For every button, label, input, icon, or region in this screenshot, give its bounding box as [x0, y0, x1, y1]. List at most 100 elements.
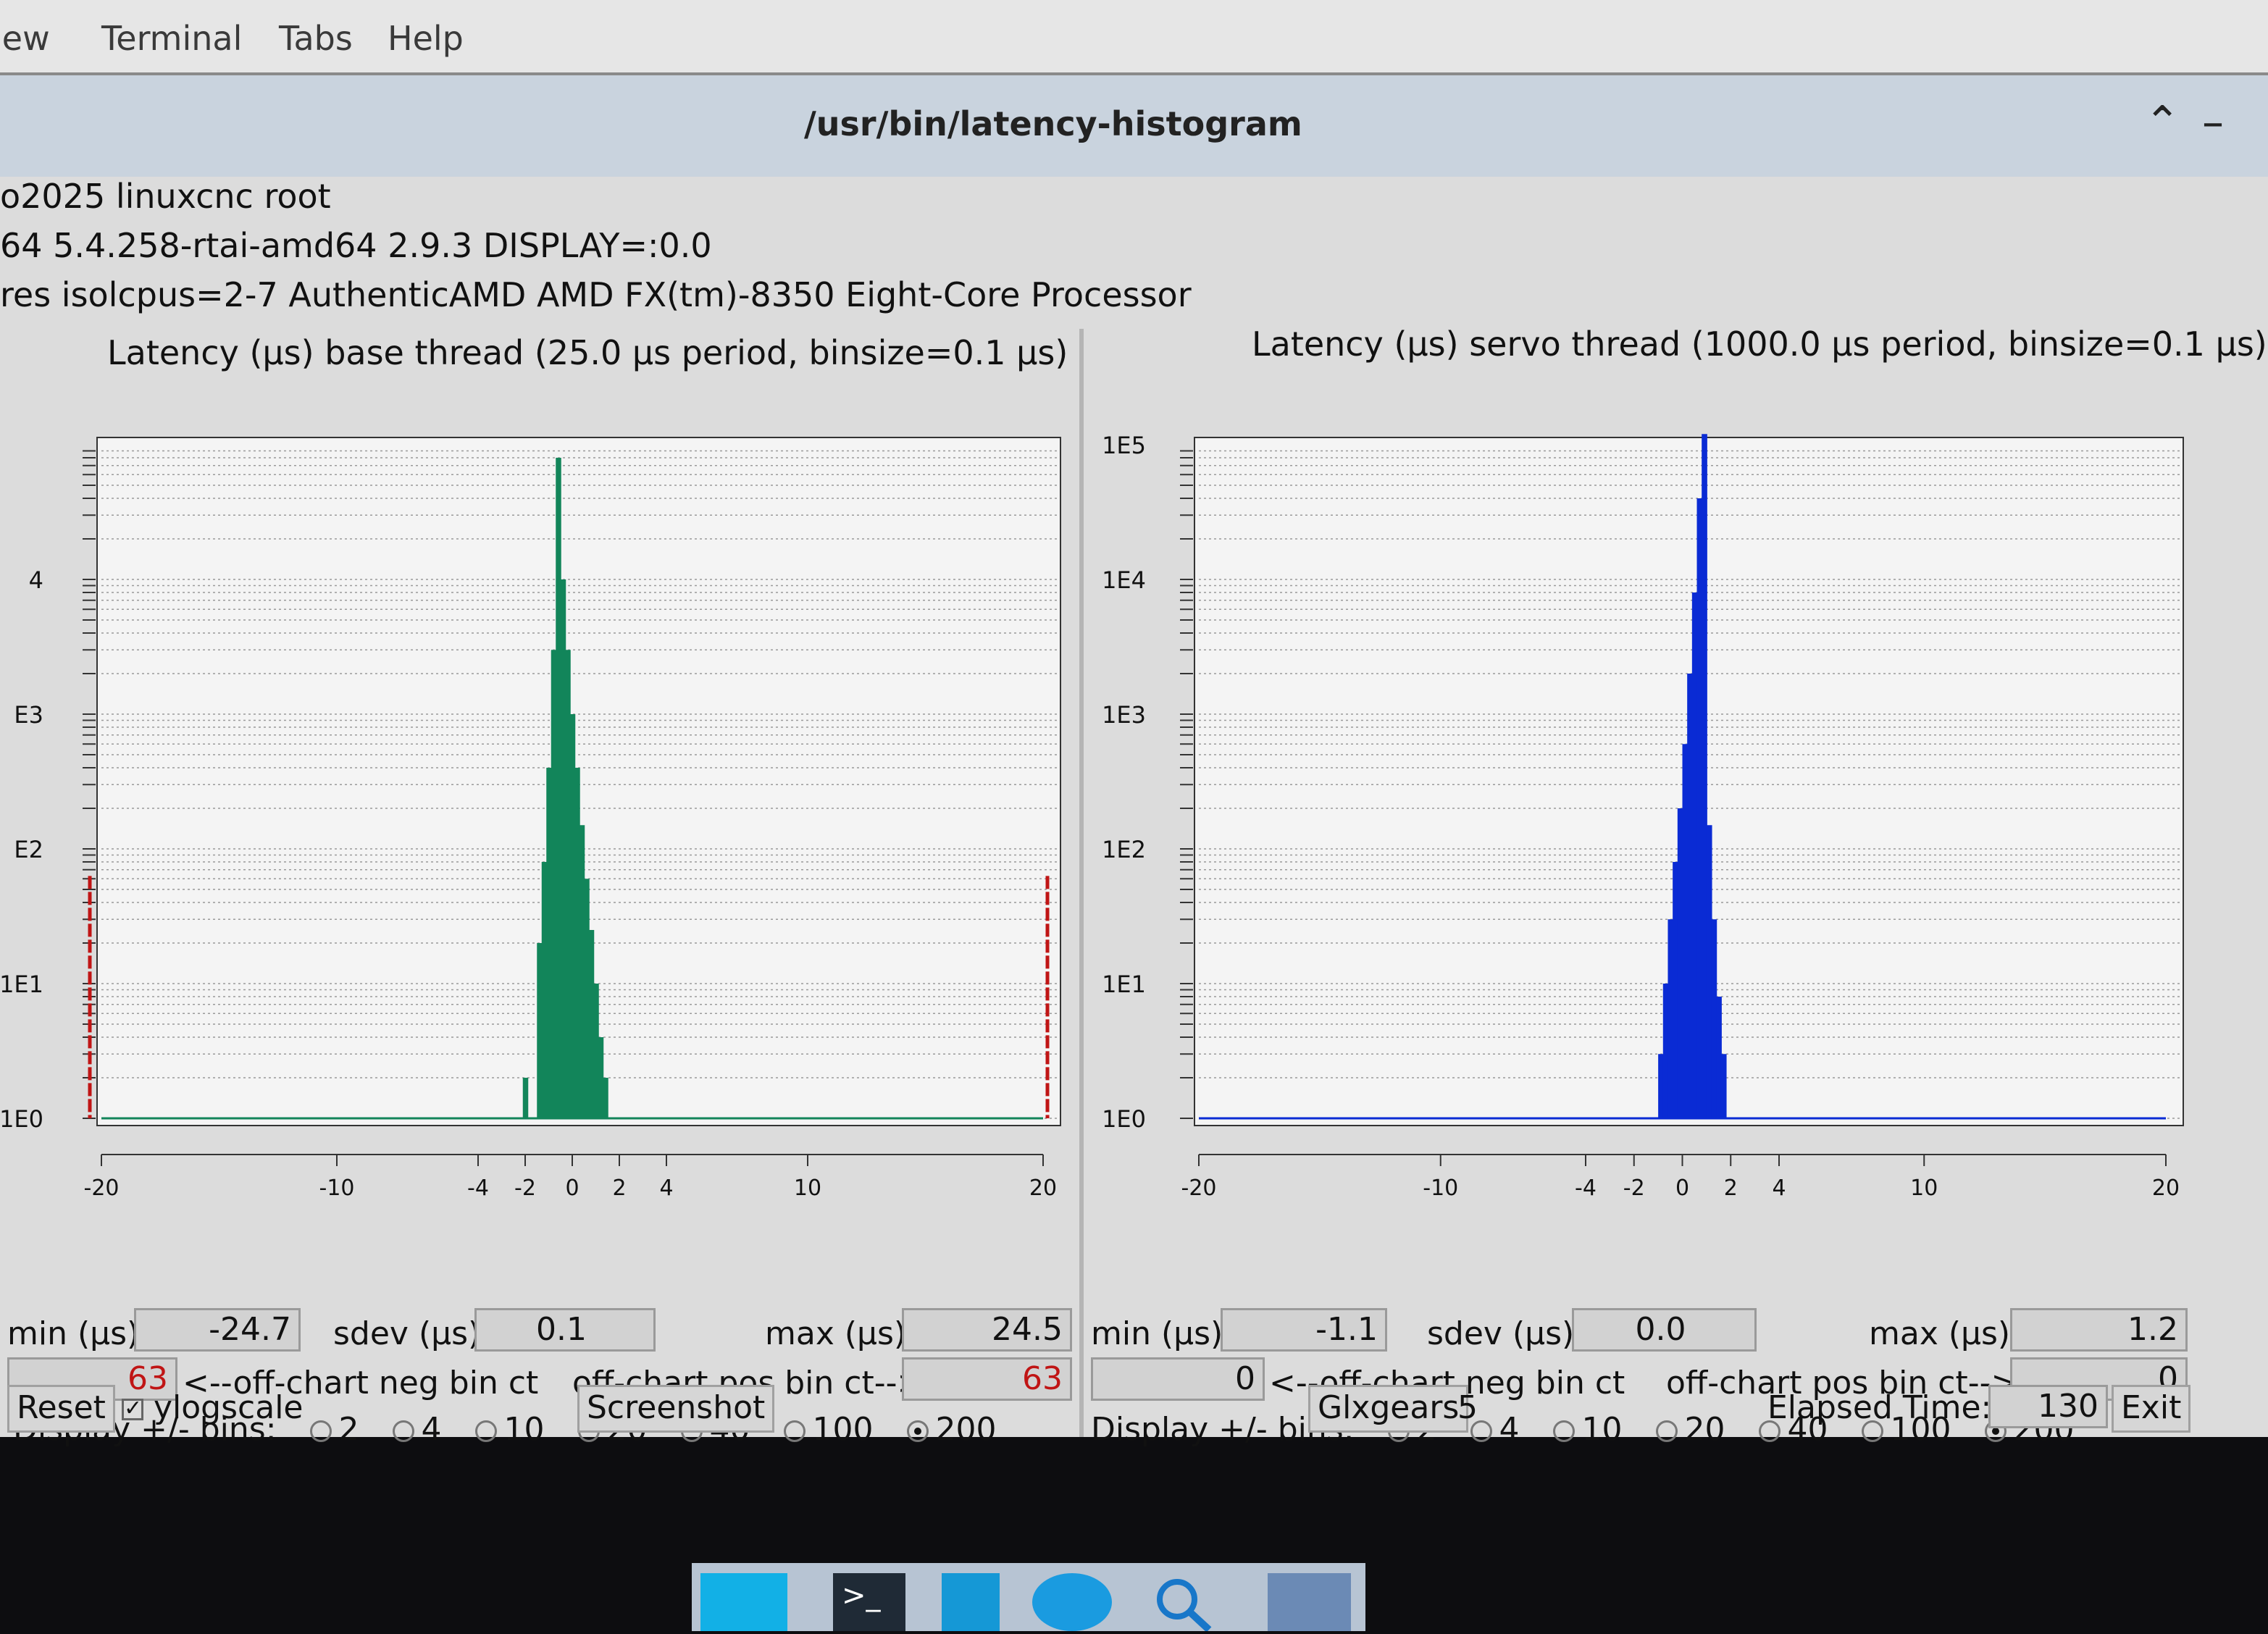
histogram-bar [588, 929, 595, 1118]
x-tick-label: -2 [1623, 1176, 1645, 1201]
histogram-bar [522, 1078, 529, 1118]
x-tick-label: 20 [2152, 1176, 2180, 1201]
y-tick-label: 1E1 [1102, 971, 1146, 998]
x-tick-label: 2 [1724, 1176, 1738, 1201]
histogram-bar [598, 1037, 604, 1118]
servo-radio-4-label: 4 [1499, 1411, 1520, 1448]
minimize-icon[interactable]: – [2202, 97, 2224, 148]
x-tick-label: -4 [1575, 1176, 1597, 1201]
search-icon[interactable] [1148, 1573, 1221, 1633]
histogram-bar [1677, 808, 1683, 1118]
ylogscale-check-icon[interactable]: ✓ [122, 1398, 143, 1420]
histogram-bar [1711, 919, 1717, 1118]
screenshot-button[interactable]: Screenshot [577, 1385, 775, 1433]
histogram-bar [603, 1078, 608, 1118]
base-radio-100[interactable] [783, 1420, 805, 1442]
x-tick-label: 2 [612, 1176, 626, 1201]
histogram-bar [574, 768, 580, 1118]
servo-min-field: -1.1 [1221, 1308, 1387, 1352]
base-min-field: -24.7 [134, 1308, 301, 1352]
ylogscale-label: ylogscale [154, 1389, 304, 1426]
terminal-icon[interactable]: >_ [833, 1573, 905, 1631]
info-line-user: o2025 linuxcnc root [0, 177, 331, 216]
histogram-bar [1673, 862, 1678, 1118]
histogram-bar [1667, 919, 1674, 1118]
histogram-bar [1687, 674, 1693, 1118]
x-tick-label: -20 [1181, 1176, 1217, 1201]
histogram-bar [593, 984, 599, 1118]
base-radio-4[interactable] [392, 1420, 414, 1442]
servo-max-field: 1.2 [2010, 1308, 2188, 1352]
x-tick-label: -2 [514, 1176, 536, 1201]
servo-radio-10[interactable] [1552, 1420, 1575, 1442]
base-radio-200-label: 200 [935, 1411, 997, 1448]
latency-histogram-window: /usr/bin/latency-histogram ⌃ – o2025 lin… [0, 75, 2268, 1448]
histogram-bar [1696, 498, 1703, 1118]
web-browser-icon[interactable] [1032, 1573, 1112, 1631]
base-radio-200[interactable] [906, 1420, 929, 1442]
servo-radio-10-label: 10 [1581, 1411, 1623, 1448]
x-tick-label: -4 [467, 1176, 489, 1201]
maximize-icon[interactable]: ⌃ [2144, 97, 2180, 148]
glxgears-value: 5 [1457, 1389, 1478, 1426]
histogram-bar [1658, 1054, 1664, 1118]
show-desktop-icon[interactable] [700, 1573, 787, 1631]
menu-tabs[interactable]: Tabs [279, 19, 353, 58]
reset-button[interactable]: Reset [7, 1385, 115, 1433]
x-tick-label: 4 [659, 1176, 673, 1201]
info-line-cpu: res isolcpus=2-7 AuthenticAMD AMD FX(tm)… [0, 275, 1192, 314]
servo-radio-20-label: 20 [1684, 1411, 1725, 1448]
histogram-bar [1720, 1054, 1727, 1118]
histogram-bar [541, 862, 548, 1118]
histogram-bar [1716, 997, 1722, 1118]
y-tick-label: E3 [14, 701, 43, 729]
servo-max-label: max (µs) [1869, 1315, 2011, 1352]
servo-radio-20[interactable] [1655, 1420, 1678, 1442]
exit-button[interactable]: Exit [2112, 1385, 2191, 1433]
window-titlebar: /usr/bin/latency-histogram ⌃ – [0, 75, 2268, 177]
histogram-bar [551, 650, 557, 1118]
base-sdev-field: 0.1 [474, 1308, 656, 1352]
base-radio-10[interactable] [474, 1420, 497, 1442]
ylogscale-checkbox[interactable]: ✓ ylogscale [122, 1389, 304, 1426]
y-tick-label: E2 [14, 836, 43, 863]
menu-help[interactable]: Help [388, 19, 464, 58]
file-cabinet-icon[interactable] [942, 1573, 1000, 1631]
terminal-menubar: iew Terminal Tabs Help [0, 0, 2268, 75]
y-tick-label: 1E3 [1102, 701, 1146, 729]
servo-thread-panel: Latency (µs) servo thread (1000.0 µs per… [1087, 324, 2268, 1448]
y-tick-label: 1E0 [1102, 1105, 1146, 1133]
folder-icon[interactable] [1268, 1573, 1351, 1631]
x-tick-label: -10 [1423, 1176, 1458, 1201]
x-tick-label: 20 [1029, 1176, 1057, 1201]
glxgears-button[interactable]: Glxgears [1308, 1385, 1469, 1433]
servo-sdev-field: 0.0 [1572, 1308, 1757, 1352]
y-tick-label: 1E0 [0, 1105, 43, 1133]
base-histogram-chart: 1E01E1E2E34-20 -10 -4 -2 0 2 4 10 20 [0, 437, 1061, 1201]
histogram-bar [565, 650, 571, 1118]
histogram-bar [1662, 984, 1669, 1118]
x-tick-label: 10 [794, 1176, 821, 1201]
base-radio-100-label: 100 [812, 1411, 874, 1448]
base-max-label: max (µs) [765, 1315, 907, 1352]
base-min-label: min (µs) [7, 1315, 140, 1352]
menu-view[interactable]: iew [0, 19, 50, 58]
y-tick-label: 1E4 [1102, 566, 1146, 594]
histogram-bar [1682, 744, 1689, 1118]
servo-sdev-label: sdev (µs) [1427, 1315, 1575, 1352]
histogram-bar [584, 879, 590, 1118]
info-line-kernel: 64 5.4.258-rtai-amd64 2.9.3 DISPLAY=:0.0 [0, 226, 712, 265]
y-tick-label: 1E2 [1102, 836, 1146, 863]
window-title: /usr/bin/latency-histogram [804, 104, 1302, 143]
menu-terminal[interactable]: Terminal [101, 19, 242, 58]
histogram-bar [560, 579, 566, 1118]
histogram-bar [537, 943, 543, 1118]
histogram-bar [546, 768, 552, 1118]
histogram-bar [579, 825, 585, 1118]
elapsed-time-value: 130 [1988, 1385, 2108, 1428]
base-radio-2[interactable] [309, 1420, 332, 1442]
elapsed-time-label: Elapsed Time: [1767, 1389, 1992, 1426]
x-tick-label: 4 [1772, 1176, 1786, 1201]
base-thread-panel: Latency (µs) base thread (25.0 µs period… [0, 329, 1084, 1448]
base-radio-2-label: 2 [338, 1411, 359, 1448]
